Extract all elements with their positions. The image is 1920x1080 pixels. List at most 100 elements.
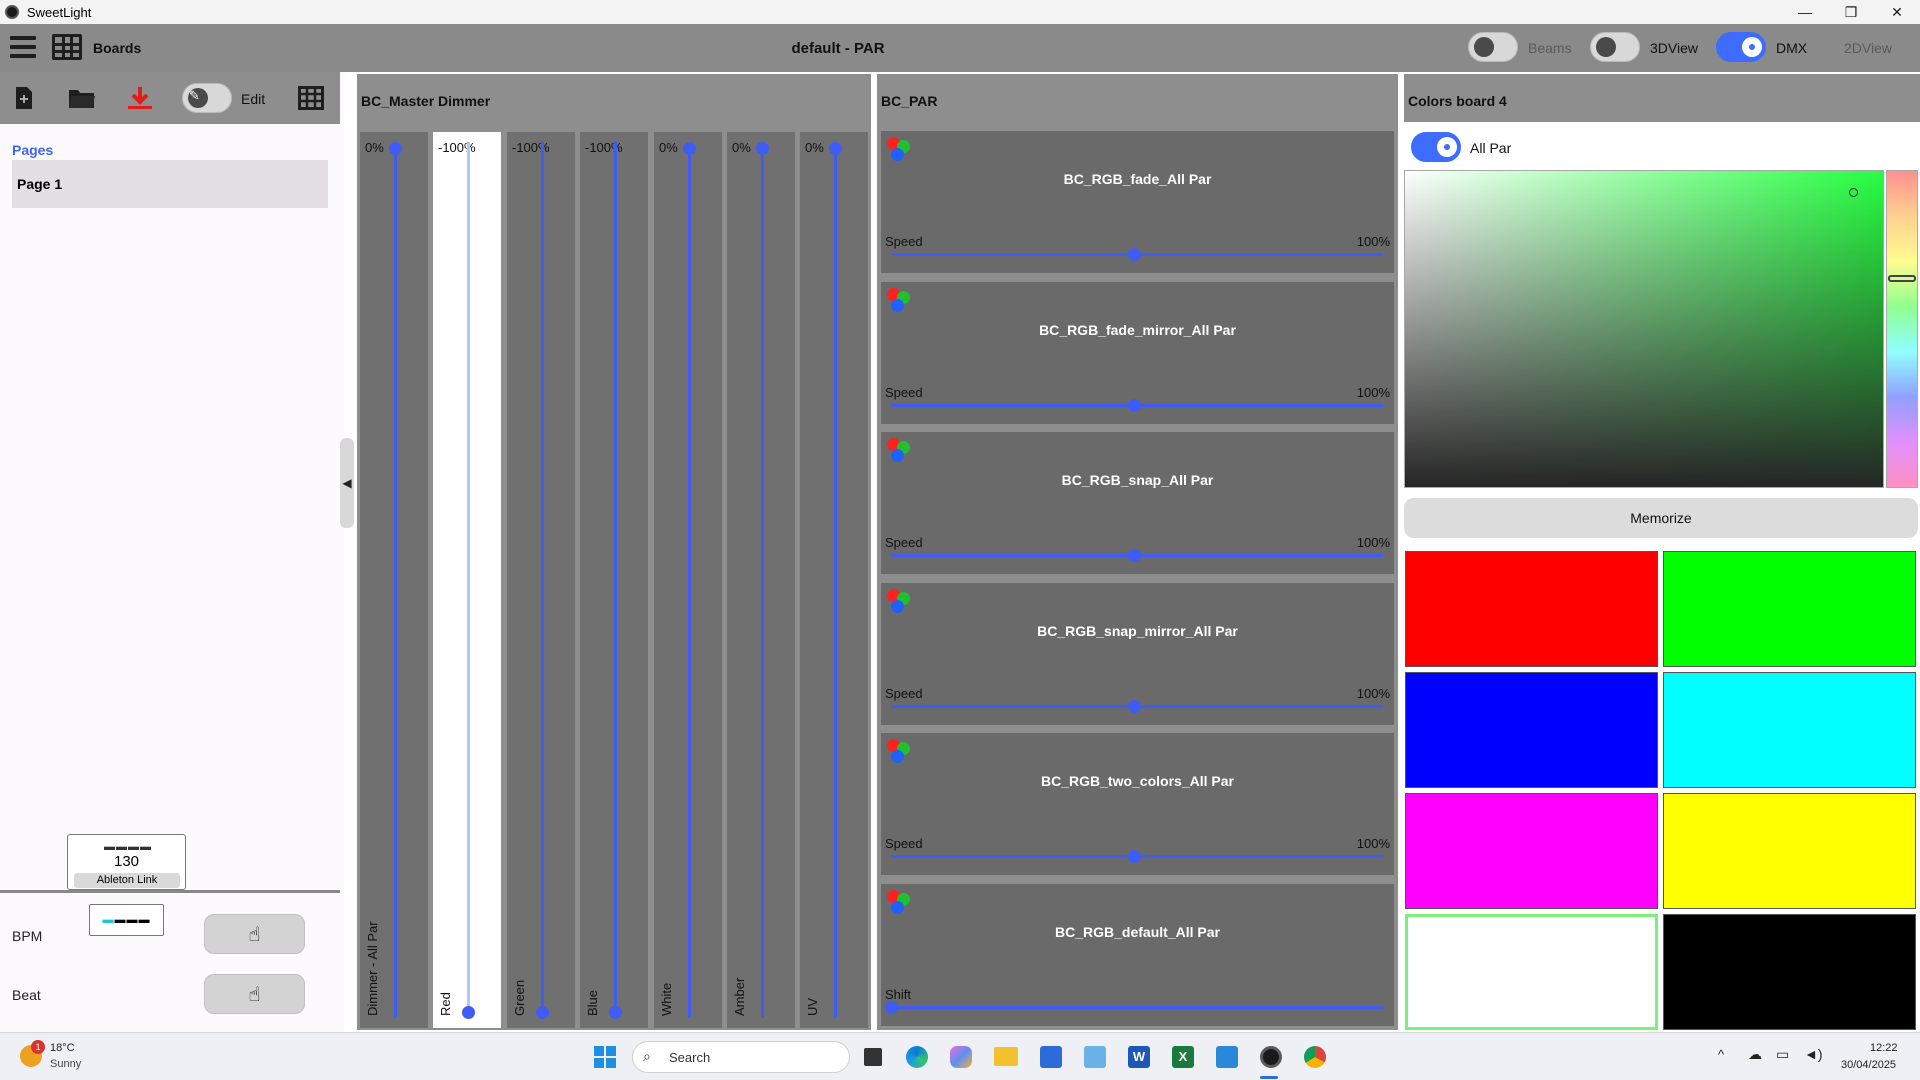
- fader-1[interactable]: -100% Red: [433, 132, 501, 1028]
- chrome-icon[interactable]: [1304, 1046, 1326, 1068]
- window-titlebar: SweetLight — ❐ ✕: [0, 0, 1920, 24]
- fader-value: 0%: [659, 140, 678, 155]
- left-toolbar: ✎ Edit: [0, 72, 340, 124]
- fader-track[interactable]: [688, 142, 691, 1018]
- effect-name: BC_RGB_snap_All Par: [1061, 472, 1214, 488]
- fader-track[interactable]: [834, 142, 837, 1018]
- bpm-tap-button[interactable]: ☝: [204, 914, 305, 954]
- color-picker-area[interactable]: [1404, 170, 1884, 488]
- par-effect-tile[interactable]: BC_RGB_snap_All Par Speed 100%: [881, 432, 1394, 574]
- fader-3[interactable]: -100% Blue: [580, 132, 648, 1028]
- color-swatch[interactable]: [1663, 551, 1916, 667]
- effect-name: BC_RGB_two_colors_All Par: [1041, 773, 1234, 789]
- fader-track[interactable]: [467, 142, 470, 1018]
- fader-knob[interactable]: [756, 142, 769, 155]
- ableton-link-button[interactable]: Ableton Link: [74, 873, 180, 888]
- color-swatch[interactable]: [1663, 793, 1916, 909]
- fader-value: 0%: [365, 140, 384, 155]
- color-picker-cursor[interactable]: [1849, 188, 1858, 197]
- fader-knob[interactable]: [462, 1006, 475, 1019]
- memorize-button[interactable]: Memorize: [1404, 498, 1918, 538]
- download-icon[interactable]: [126, 86, 154, 110]
- fader-track[interactable]: [614, 142, 617, 1018]
- close-button[interactable]: ✕: [1874, 0, 1920, 24]
- sweetlight-taskbar-icon[interactable]: [1260, 1046, 1282, 1068]
- effect-slider-knob[interactable]: [1128, 850, 1141, 863]
- effect-name: BC_RGB_fade_mirror_All Par: [1039, 322, 1236, 338]
- new-file-icon[interactable]: [12, 86, 36, 110]
- edge-icon[interactable]: [906, 1046, 928, 1068]
- effect-slider-track[interactable]: [891, 1006, 1383, 1009]
- fader-label: Dimmer - All Par: [365, 921, 380, 1016]
- 2dview-button[interactable]: 2DView: [1844, 40, 1892, 56]
- restore-button[interactable]: ❐: [1828, 0, 1874, 24]
- effect-slider-knob[interactable]: [1128, 549, 1141, 562]
- par-effect-tile[interactable]: BC_RGB_fade_All Par Speed 100%: [881, 131, 1394, 273]
- fader-knob[interactable]: [829, 142, 842, 155]
- par-effect-tile[interactable]: BC_RGB_snap_mirror_All Par Speed 100%: [881, 583, 1394, 725]
- collapse-panel-button[interactable]: ◀: [340, 438, 354, 528]
- store-icon[interactable]: [1040, 1046, 1062, 1068]
- fader-track[interactable]: [541, 142, 544, 1018]
- 3dview-toggle[interactable]: [1590, 32, 1640, 62]
- fader-track[interactable]: [394, 142, 397, 1018]
- pencil-icon: ✎: [189, 88, 200, 103]
- fader-4[interactable]: 0% White: [654, 132, 722, 1028]
- taskbar: 1 18°C Sunny ⌕ Search W X ^ ☁ ▭ ◄) 12:22…: [0, 1032, 1920, 1080]
- volume-icon[interactable]: ◄): [1804, 1046, 1823, 1062]
- fader-knob[interactable]: [536, 1006, 549, 1019]
- page-item-1[interactable]: Page 1: [12, 160, 328, 208]
- hue-slider-handle[interactable]: [1888, 275, 1916, 282]
- fader-6[interactable]: 0% UV: [800, 132, 868, 1028]
- effect-param-label: Shift: [885, 987, 912, 1002]
- color-swatch[interactable]: [1663, 672, 1916, 788]
- display-icon[interactable]: ▭: [1776, 1046, 1789, 1063]
- app-header: Boards default - PAR Beams 3DView DMX 2D…: [0, 24, 1920, 72]
- windows-start-icon[interactable]: [594, 1046, 616, 1068]
- excel-icon[interactable]: X: [1172, 1046, 1194, 1068]
- color-swatch[interactable]: [1663, 914, 1916, 1030]
- open-folder-icon[interactable]: [68, 86, 96, 110]
- paint-icon[interactable]: [1216, 1046, 1238, 1068]
- bpm-box[interactable]: ▬▬▬▬ 130 Ableton Link: [67, 834, 186, 890]
- weather-badge: 1: [31, 1040, 45, 1054]
- effect-slider-knob[interactable]: [1128, 248, 1141, 261]
- photos-icon[interactable]: [1084, 1046, 1106, 1068]
- fader-label: Amber: [732, 977, 747, 1016]
- par-effect-tile[interactable]: BC_RGB_default_All Par Shift: [881, 884, 1394, 1026]
- dmx-toggle[interactable]: [1716, 32, 1766, 62]
- effect-slider-knob[interactable]: [1128, 700, 1141, 713]
- file-explorer-icon[interactable]: [994, 1047, 1018, 1066]
- bc-par-title: BC_PAR: [881, 93, 938, 109]
- all-par-toggle[interactable]: [1411, 132, 1461, 162]
- taskbar-search[interactable]: ⌕ Search: [632, 1041, 850, 1073]
- color-swatch[interactable]: [1405, 672, 1658, 788]
- fader-knob[interactable]: [389, 142, 402, 155]
- color-swatch[interactable]: [1405, 914, 1658, 1030]
- table-icon[interactable]: [298, 86, 324, 110]
- hue-slider[interactable]: [1886, 170, 1918, 488]
- effect-param-value: 100%: [1356, 234, 1390, 249]
- par-effect-tile[interactable]: BC_RGB_two_colors_All Par Speed 100%: [881, 733, 1394, 875]
- network-icon[interactable]: ☁: [1748, 1046, 1762, 1063]
- word-icon[interactable]: W: [1128, 1046, 1150, 1068]
- fader-5[interactable]: 0% Amber: [727, 132, 795, 1028]
- fader-knob[interactable]: [609, 1006, 622, 1019]
- fader-0[interactable]: 0% Dimmer - All Par: [360, 132, 428, 1028]
- par-effect-tile[interactable]: BC_RGB_fade_mirror_All Par Speed 100%: [881, 282, 1394, 424]
- clock-time[interactable]: 12:22: [1870, 1042, 1898, 1054]
- effect-slider-knob[interactable]: [1128, 399, 1141, 412]
- tray-chevron-icon[interactable]: ^: [1718, 1047, 1724, 1062]
- beams-toggle[interactable]: [1468, 32, 1518, 62]
- color-swatch[interactable]: [1405, 551, 1658, 667]
- color-swatch[interactable]: [1405, 793, 1658, 909]
- minimize-button[interactable]: —: [1782, 0, 1828, 24]
- fader-2[interactable]: -100% Green: [507, 132, 575, 1028]
- copilot-icon[interactable]: [950, 1046, 972, 1068]
- fader-knob[interactable]: [683, 142, 696, 155]
- beat-tap-button[interactable]: ☝: [204, 974, 305, 1014]
- task-view-icon[interactable]: [864, 1048, 882, 1066]
- fader-track[interactable]: [761, 142, 764, 1018]
- clock-date[interactable]: 30/04/2025: [1841, 1059, 1896, 1071]
- effect-slider-knob[interactable]: [885, 1001, 898, 1014]
